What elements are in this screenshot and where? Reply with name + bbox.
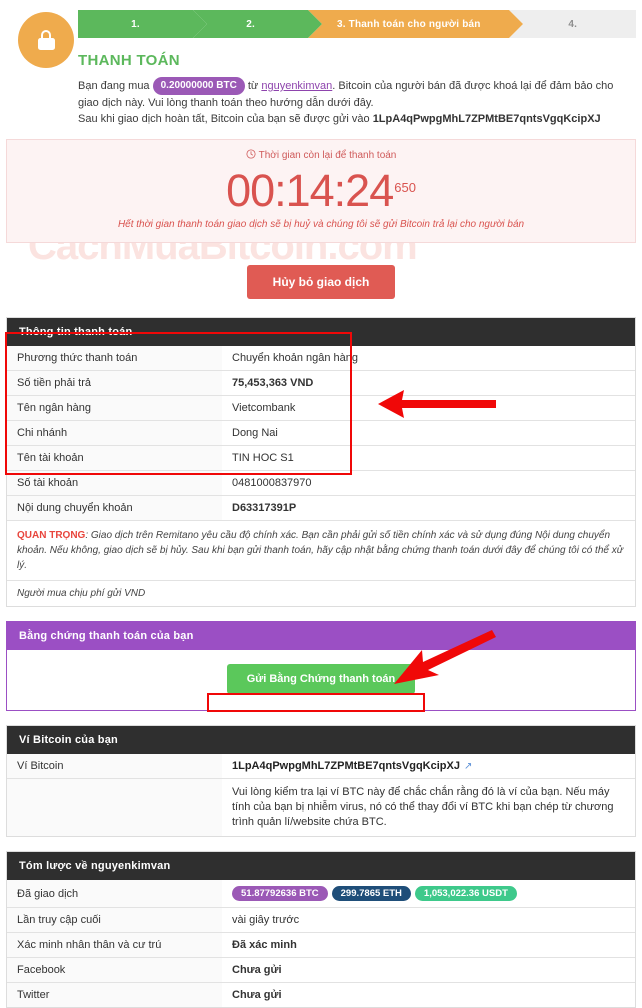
status-badge-eth: 299.7865 ETH bbox=[331, 886, 411, 901]
step-2[interactable]: 2. bbox=[193, 10, 323, 38]
table-row: Vui lòng kiểm tra lại ví BTC này để chắc… bbox=[7, 778, 635, 836]
seller-summary-title: Tóm lược về nguyenkimvan bbox=[7, 852, 635, 880]
row-value: 1LpA4qPwpgMhL7ZPMtBE7qntsVgqKcipXJ ↗︎ bbox=[222, 754, 635, 779]
intro-line-1: Bạn đang mua 0.20000000 BTC từ nguyenkim… bbox=[78, 77, 636, 111]
intro-line2-pre: Sau khi giao dịch hoàn tất, Bitcoin của … bbox=[78, 113, 370, 125]
row-key: Đã giao dịch bbox=[7, 880, 222, 908]
important-text: : Giao dịch trên Remitano yêu cầu độ chí… bbox=[17, 530, 624, 571]
table-row: Lần truy cập cuối vài giây trước bbox=[7, 907, 635, 933]
intro-from: từ bbox=[247, 80, 259, 92]
row-value: 0481000837970 bbox=[222, 470, 635, 496]
send-payment-proof-button[interactable]: Gửi Bằng Chứng thanh toán bbox=[226, 664, 416, 694]
row-key: Chi nhánh bbox=[7, 420, 222, 446]
row-key: Số tài khoản bbox=[7, 470, 222, 496]
intro-pre: Bạn đang mua bbox=[78, 80, 150, 92]
row-value: Vietcombank bbox=[222, 395, 635, 421]
payment-proof-title: Bằng chứng thanh toán của bạn bbox=[7, 622, 635, 650]
row-value: Đã xác minh bbox=[222, 932, 635, 958]
row-key: Twitter bbox=[7, 982, 222, 1007]
table-row: Twitter Chưa gửi bbox=[7, 982, 635, 1007]
countdown-millis: 650 bbox=[394, 180, 416, 195]
countdown-note: Hết thời gian thanh toán giao dịch sẽ bị… bbox=[117, 219, 525, 230]
table-row: Chi nhánh Dong Nai bbox=[7, 420, 635, 446]
seller-link[interactable]: nguyenkimvan bbox=[261, 80, 332, 92]
bitcoin-wallet-address: 1LpA4qPwpgMhL7ZPMtBE7qntsVgqKcipXJ bbox=[232, 760, 460, 772]
row-value: Chưa gửi bbox=[222, 982, 635, 1007]
important-label: QUAN TRỌNG bbox=[17, 530, 86, 541]
lock-icon bbox=[18, 12, 74, 68]
intro-text: Bạn đang mua 0.20000000 BTC từ nguyenkim… bbox=[78, 77, 636, 127]
external-link-icon[interactable]: ↗︎ bbox=[464, 761, 472, 772]
amount-badge: 0.20000000 BTC bbox=[152, 77, 245, 95]
step-4-label: 4. bbox=[568, 18, 578, 30]
bitcoin-wallet-panel: Ví Bitcoin của bạn Ví Bitcoin 1LpA4qPwpg… bbox=[6, 725, 636, 837]
row-value: Chuyển khoản ngân hàng bbox=[232, 352, 358, 364]
important-notice: QUAN TRỌNG: Giao dịch trên Remitano yêu … bbox=[7, 520, 635, 580]
step-2-label: 2. bbox=[246, 18, 255, 30]
row-key: Số tiền phải trả bbox=[7, 370, 222, 396]
header-area: 1. 2. 3. Thanh toán cho người bán 4. THA… bbox=[6, 0, 636, 127]
table-row: Phương thức thanh toán Chuyển khoản ngân… bbox=[7, 346, 635, 371]
payment-info-table: Phương thức thanh toán Chuyển khoản ngân… bbox=[7, 346, 635, 520]
step-3-label: 3. Thanh toán cho người bán bbox=[336, 18, 481, 30]
row-value: Dong Nai bbox=[222, 420, 635, 446]
step-4[interactable]: 4. bbox=[509, 10, 636, 38]
step-3[interactable]: 3. Thanh toán cho người bán bbox=[308, 10, 524, 38]
fee-note: Người mua chịu phí gửi VND bbox=[7, 580, 635, 606]
row-value: TIN HOC S1 bbox=[222, 445, 635, 471]
table-row: Số tài khoản 0481000837970 bbox=[7, 470, 635, 496]
row-key: Tên ngân hàng bbox=[7, 395, 222, 421]
table-row: Số tiền phải trả 75,453,363 VND bbox=[7, 370, 635, 396]
payment-info-panel: Thông tin thanh toán Phương thức thanh t… bbox=[6, 317, 636, 607]
progress-steps: 1. 2. 3. Thanh toán cho người bán 4. bbox=[78, 10, 636, 38]
countdown-label: Thời gian còn lại để thanh toán bbox=[258, 150, 397, 161]
step-1-label: 1. bbox=[131, 18, 140, 30]
payment-info-title: Thông tin thanh toán bbox=[7, 318, 635, 346]
cancel-transaction-button[interactable]: Hủy bỏ giao dịch bbox=[246, 265, 396, 299]
bitcoin-wallet-title: Ví Bitcoin của bạn bbox=[7, 726, 635, 754]
row-key-empty bbox=[7, 778, 222, 836]
table-row: Đã giao dịch 51.87792636 BTC 299.7865 ETH… bbox=[7, 880, 635, 908]
clock-icon bbox=[246, 149, 256, 162]
row-value: vài giây trước bbox=[222, 907, 635, 933]
row-key: Xác minh nhân thân và cư trú bbox=[7, 932, 222, 958]
row-key: Tên tài khoản bbox=[7, 445, 222, 471]
payment-proof-body: Gửi Bằng Chứng thanh toán bbox=[7, 650, 635, 710]
table-row: Nội dung chuyển khoản D63317391P bbox=[7, 495, 635, 520]
row-key: Phương thức thanh toán bbox=[7, 346, 222, 371]
bitcoin-wallet-table: Ví Bitcoin 1LpA4qPwpgMhL7ZPMtBE7qntsVgqK… bbox=[7, 754, 635, 836]
table-row: Facebook Chưa gửi bbox=[7, 957, 635, 983]
row-key: Lần truy cập cuối bbox=[7, 907, 222, 933]
payment-proof-panel: Bằng chứng thanh toán của bạn Gửi Bằng C… bbox=[6, 621, 636, 711]
seller-summary-table: Đã giao dịch 51.87792636 BTC 299.7865 ETH… bbox=[7, 880, 635, 1007]
status-badge-btc: 51.87792636 BTC bbox=[232, 886, 328, 901]
table-row: Ví Bitcoin 1LpA4qPwpgMhL7ZPMtBE7qntsVgqK… bbox=[7, 754, 635, 779]
countdown-timer: 00:14:24650 bbox=[7, 162, 635, 217]
step-1[interactable]: 1. bbox=[78, 10, 208, 38]
row-value: 75,453,363 VND bbox=[222, 370, 635, 396]
countdown-label-row: Thời gian còn lại để thanh toán bbox=[7, 149, 635, 162]
table-row: Xác minh nhân thân và cư trú Đã xác minh bbox=[7, 932, 635, 958]
destination-btc-address: 1LpA4qPwpgMhL7ZPMtBE7qntsVgqKcipXJ bbox=[372, 113, 601, 125]
row-value: D63317391P bbox=[222, 495, 635, 520]
countdown-panel: Thời gian còn lại để thanh toán 00:14:24… bbox=[6, 139, 636, 243]
table-row: Tên ngân hàng Vietcombank bbox=[7, 395, 635, 421]
row-value: Chưa gửi bbox=[222, 957, 635, 983]
lock-glyph bbox=[37, 30, 55, 50]
intro-line-2: Sau khi giao dịch hoàn tất, Bitcoin của … bbox=[78, 111, 636, 127]
row-key: Ví Bitcoin bbox=[7, 754, 222, 779]
row-key: Nội dung chuyển khoản bbox=[7, 495, 222, 520]
row-value: 51.87792636 BTC 299.7865 ETH 1,053,022.36 … bbox=[222, 880, 635, 908]
page-title: THANH TOÁN bbox=[78, 52, 180, 69]
cancel-button-wrap: Hủy bỏ giao dịch bbox=[6, 265, 636, 299]
payment-page: 1. 2. 3. Thanh toán cho người bán 4. THA… bbox=[0, 0, 642, 1008]
wallet-warning: Vui lòng kiểm tra lại ví BTC này để chắc… bbox=[222, 778, 635, 836]
status-badge-usdt: 1,053,022.36 USDT bbox=[414, 886, 517, 901]
row-key: Facebook bbox=[7, 957, 222, 983]
countdown-time-value: 00:14:24 bbox=[226, 165, 394, 216]
table-row: Tên tài khoản TIN HOC S1 bbox=[7, 445, 635, 471]
seller-summary-panel: Tóm lược về nguyenkimvan Đã giao dịch 51… bbox=[6, 851, 636, 1008]
